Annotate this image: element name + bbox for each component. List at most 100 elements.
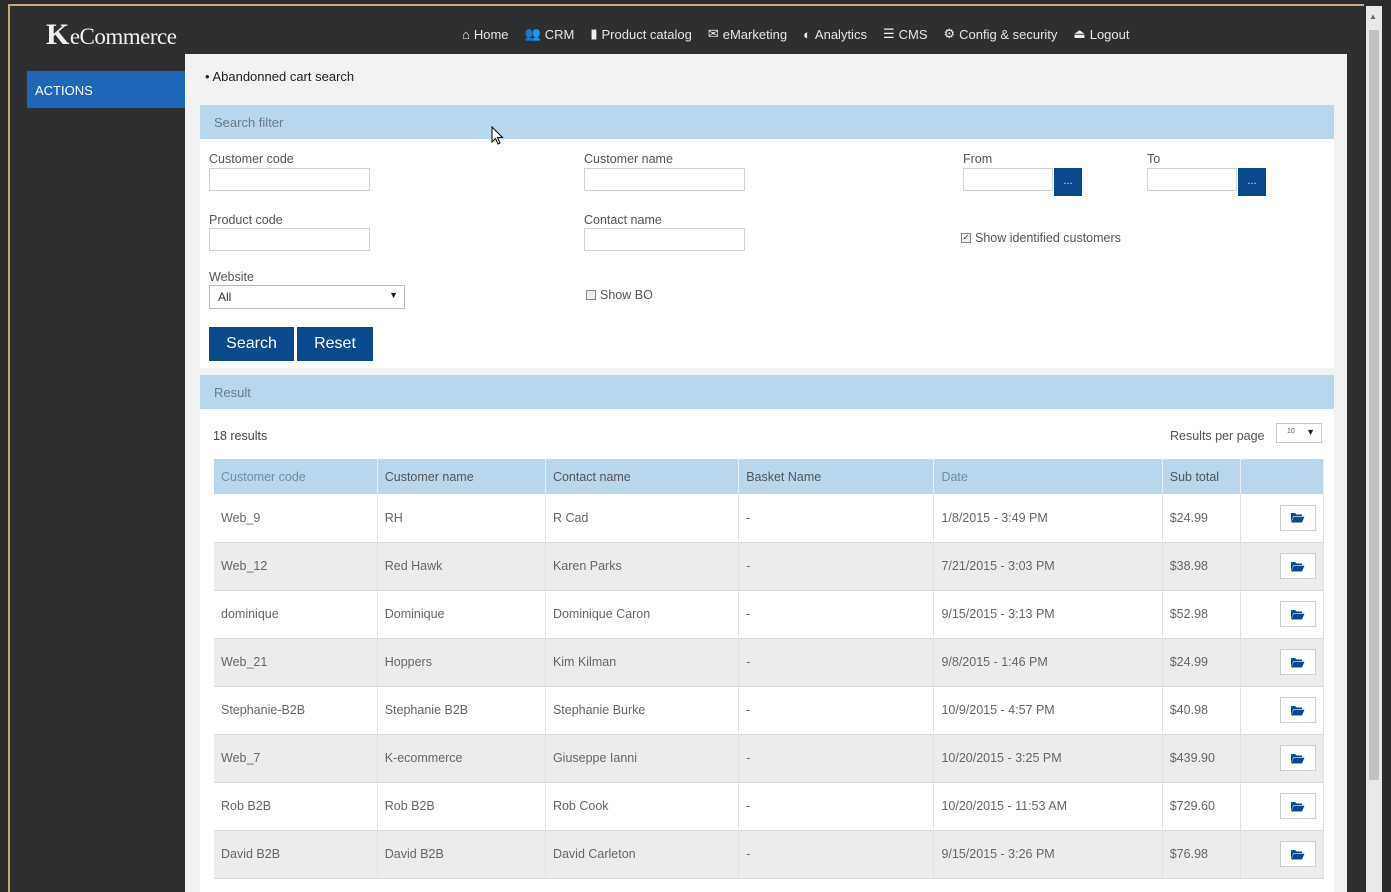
column-header-customer-code[interactable]: Customer code [214,459,378,494]
cell-customer-name: Dominique [377,590,546,639]
results-per-page-label: Results per page [1170,429,1265,443]
cell-basket-name: - [738,542,935,591]
cell-sub-total: $729.60 [1162,782,1241,831]
table-row: Rob B2B Rob B2B Rob Cook -10/20/2015 - 11:5… [214,782,1325,831]
column-header-sub-total[interactable]: Sub total [1162,459,1241,494]
show-bo-checkbox[interactable]: Show BO [586,288,653,302]
scrollbar-thumb[interactable] [1369,30,1379,780]
cell-customer-name: Hoppers [377,638,546,687]
nav-item-cms[interactable]: ☰ CMS [883,26,928,42]
show-identified-checkbox[interactable]: ✓ Show identified customers [961,231,1121,245]
open-basket-button[interactable] [1279,504,1316,531]
nav-item-product-catalog[interactable]: ▮ Product catalog [590,26,692,42]
table-row: dominique Dominique Dominique Caron -9/15/2… [214,590,1325,639]
contact-name-input[interactable] [584,228,745,251]
table-row: Web_12 Red Hawk Karen Parks -7/21/2015 - 3:… [214,542,1325,591]
column-header-actions [1240,459,1325,494]
cell-date: 9/15/2015 - 3:13 PM [933,590,1163,639]
website-label: Website [209,270,254,284]
search-filter-header[interactable]: Search filter [200,105,1334,139]
open-basket-button[interactable] [1279,793,1316,819]
nav-item-label: Config & security [959,26,1058,42]
users-icon: 👥 [524,26,541,41]
logout-icon: ⏏ [1073,26,1086,41]
cell-basket-name: - [738,830,935,879]
results-per-page-select[interactable]: 10 ▼ [1276,423,1322,443]
logo[interactable]: KeCommerce [46,18,177,52]
cell-customer-name: K-ecommerce [377,734,546,783]
cell-contact-name: David Carleton [545,830,740,879]
cell-date: 10/20/2015 - 11:53 AM [933,782,1163,831]
open-basket-button[interactable] [1279,745,1316,771]
to-date-input[interactable] [1147,168,1237,191]
nav-item-label: Logout [1089,26,1130,42]
cell-basket-name: - [738,638,935,687]
open-basket-button[interactable] [1279,841,1316,867]
column-header-customer-name[interactable]: Customer name [377,459,546,494]
result-count: 18 results [213,429,268,443]
product-code-input[interactable] [209,228,370,251]
cell-customer-name: David B2B [377,830,546,879]
to-date-picker-button[interactable]: ... [1238,168,1266,196]
cell-sub-total: $24.99 [1162,638,1241,687]
open-basket-button[interactable] [1279,553,1316,579]
cell-actions [1240,542,1325,591]
nav-item-crm[interactable]: 👥 CRM [525,26,575,42]
website-select[interactable]: All ▼ [209,285,405,309]
customer-name-input[interactable] [584,168,745,191]
main-nav: ⌂ Home 👥 CRM ▮ Product catalog ✉ eMarketing ◐ Ana… [462,26,1129,42]
nav-item-label: Analytics [814,26,867,42]
show-bo-check-icon [586,290,596,300]
open-basket-button[interactable] [1279,697,1316,723]
cell-date: 10/20/2015 - 3:25 PM [933,734,1163,783]
column-header-basket-name[interactable]: Basket Name [738,459,935,494]
results-table: Customer code Customer name Contact name Ba… [214,459,1325,879]
reset-button[interactable]: Reset [297,327,373,361]
column-header-date[interactable]: Date [933,459,1163,494]
nav-item-config-security[interactable]: ⚙ Config & security [944,26,1058,42]
cell-date: 9/15/2015 - 3:26 PM [933,830,1163,879]
nav-item-logout[interactable]: ⏏ Logout [1073,26,1129,42]
table-row: David B2B David B2B David Carleton -9/15/20… [214,830,1325,879]
show-bo-label: Show BO [600,288,653,302]
page-scrollbar[interactable]: ▲ [1366,6,1382,892]
result-header[interactable]: Result [200,375,1334,409]
home-icon: ⌂ [462,26,470,42]
from-date-label: From [963,152,993,166]
table-row: Stephanie-B2B Stephanie B2B Stephanie Burk… [214,686,1325,735]
cell-customer-code: Web_9 [214,494,378,543]
column-header-contact-name[interactable]: Contact name [545,459,740,494]
cell-customer-name: Rob B2B [377,782,546,831]
gear-icon: ⚙ [943,26,956,41]
cell-basket-name: - [738,782,935,831]
cell-actions [1240,590,1325,639]
nav-item-analytics[interactable]: ◐ Analytics [803,26,867,42]
table-header-row: Customer code Customer name Contact name Ba… [214,459,1325,494]
website-select-value: All [218,290,232,304]
nav-item-emarketing[interactable]: ✉ eMarketing [708,26,787,42]
folder-open-icon [1291,513,1305,523]
nav-item-label: CMS [898,26,928,42]
scroll-up-icon[interactable]: ▲ [1369,12,1377,21]
cell-date: 1/8/2015 - 3:49 PM [933,494,1163,543]
customer-code-input[interactable] [209,168,370,191]
from-date-picker-button[interactable]: ... [1054,168,1082,196]
envelope-icon: ✉ [707,26,719,41]
from-date-input[interactable] [963,168,1053,191]
to-date-label: To [1147,152,1161,166]
cell-customer-code: Web_7 [214,734,378,783]
cell-contact-name: Stephanie Burke [545,686,740,735]
logo-mark: K [46,18,69,51]
open-basket-button[interactable] [1279,601,1316,627]
cell-sub-total: $38.98 [1162,542,1241,591]
page-title-bullet: • [205,69,210,84]
nav-item-home[interactable]: ⌂ Home [462,26,509,42]
table-row: Web_9 RH R Cad -1/8/2015 - 3:49 PM $24.99 [214,494,1325,543]
open-basket-button[interactable] [1279,649,1316,675]
search-button[interactable]: Search [209,327,294,361]
cell-contact-name: Dominique Caron [545,590,740,639]
cell-customer-code: Stephanie-B2B [214,686,378,735]
cell-sub-total: $439.90 [1162,734,1241,783]
sidebar-item-actions[interactable]: ACTIONS [27,71,185,108]
table-row: Web_21 Hoppers Kim Kilman -9/8/2015 - 1:46 … [214,638,1325,687]
